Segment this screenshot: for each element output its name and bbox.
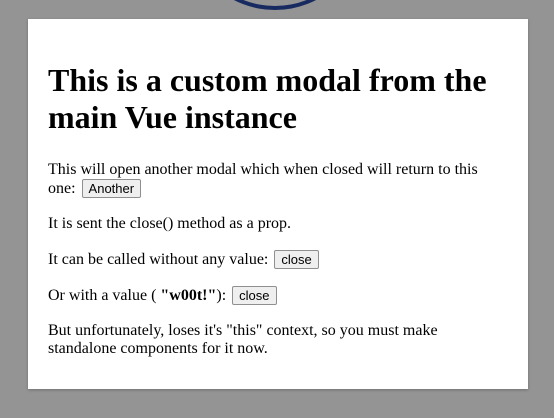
modal-paragraph-open-another: This will open another modal which when … — [48, 161, 508, 198]
modal-paragraph-close-no-value: It can be called without any value: clos… — [48, 250, 508, 269]
modal-paragraph-close-prop: It is sent the close() method as a prop. — [48, 215, 508, 233]
paragraph-suffix: ): — [216, 287, 227, 304]
close-button[interactable]: close — [274, 250, 319, 269]
value-text: "w00t!" — [160, 287, 217, 304]
modal-paragraph-close-with-value: Or with a value ( "w00t!"): close — [48, 286, 508, 305]
another-button[interactable]: Another — [81, 179, 142, 198]
modal-title: This is a custom modal from the main Vue… — [48, 62, 487, 135]
paragraph-prefix: Or with a value ( — [48, 287, 161, 304]
custom-modal: This is a custom modal from the main Vue… — [28, 19, 528, 389]
paragraph-text: It is sent the close() method as a prop. — [48, 215, 292, 232]
paragraph-text: But unfortunately, loses it's "this" con… — [48, 322, 438, 357]
close-with-value-button[interactable]: close — [232, 286, 277, 305]
paragraph-text: It can be called without any value: — [48, 251, 269, 268]
modal-paragraph-context-note: But unfortunately, loses it's "this" con… — [48, 322, 508, 358]
